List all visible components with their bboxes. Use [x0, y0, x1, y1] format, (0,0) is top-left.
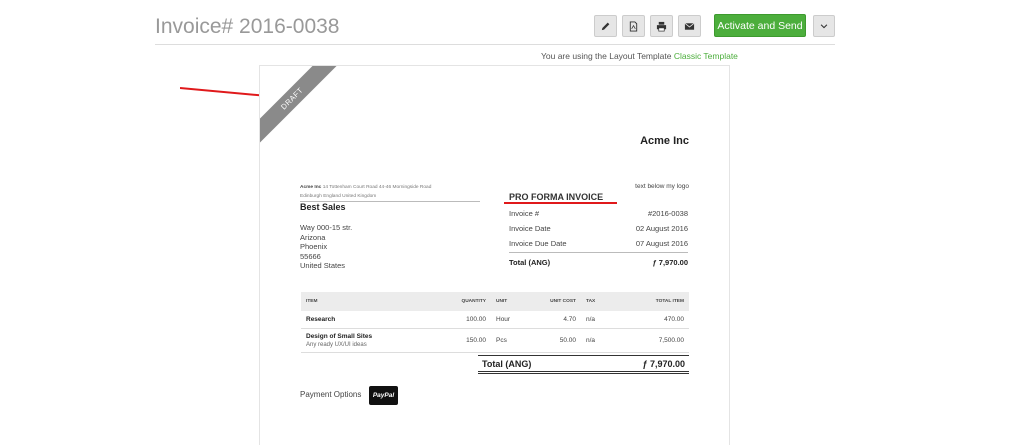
client-address: Way 000-15 str. Arizona Phoenix 55666 Un… — [300, 223, 352, 271]
column-header: QUANTITY — [431, 292, 491, 311]
meta-value: 07 August 2016 — [635, 239, 688, 248]
unit-cell: Pcs — [491, 328, 533, 353]
envelope-icon — [684, 22, 695, 30]
meta-label: Invoice # — [509, 209, 540, 218]
activate-and-send-button[interactable]: Activate and Send — [714, 14, 806, 37]
item-name: Research — [306, 315, 336, 323]
pdf-button[interactable] — [622, 15, 645, 37]
unit-cell: Hour — [491, 311, 533, 329]
grand-total-row: Total (ANG) ƒ 7,970.00 — [478, 355, 689, 374]
draft-ribbon: DRAFT — [260, 66, 340, 146]
invoice-date-row: Invoice Date 02 August 2016 — [509, 224, 688, 233]
client-city: Phoenix — [300, 242, 328, 252]
print-button[interactable] — [650, 15, 673, 37]
header-divider — [155, 44, 835, 45]
column-header: TOTAL ITEM — [615, 292, 689, 311]
client-street: Way 000-15 str. — [300, 223, 353, 232]
column-header: ITEM — [301, 292, 431, 311]
item-name: Design of Small Sites — [306, 332, 373, 340]
tax-cell: n/a — [581, 311, 615, 329]
sender-name: Acme Inc — [300, 185, 322, 190]
invoice-number-row: Invoice # #2016-0038 — [509, 209, 688, 218]
quantity-cell: 100.00 — [431, 311, 491, 329]
meta-label: Invoice Due Date — [509, 239, 567, 248]
payment-options-label: Payment Options — [300, 390, 362, 399]
unit-cost-cell: 50.00 — [533, 328, 581, 353]
client-state: Arizona — [300, 232, 326, 242]
invoice-preview: DRAFT Acme Inc Acme Inc 14 Tottenham Cou… — [259, 65, 730, 445]
table-row: Design of Small Sites Any ready UX/UI id… — [301, 328, 689, 353]
client-zip: 55666 — [300, 251, 321, 261]
meta-value: 02 August 2016 — [635, 224, 688, 233]
sender-address-line1: 14 Tottenham Court Road 44-46 Morningsid… — [322, 185, 432, 190]
invoice-due-date-row: Invoice Due Date 07 August 2016 — [509, 239, 688, 248]
logo-caption: text below my logo — [635, 183, 689, 190]
invoice-type-title: PRO FORMA INVOICE — [509, 192, 604, 202]
item-cell: Design of Small Sites Any ready UX/UI id… — [301, 328, 431, 353]
edit-button[interactable] — [594, 15, 617, 37]
table-header-row: ITEM QUANTITY UNIT UNIT COST TAX TOTAL I… — [301, 292, 689, 311]
pdf-file-icon — [629, 20, 638, 32]
more-options-button[interactable] — [813, 15, 835, 37]
draft-label: DRAFT — [260, 66, 340, 146]
meta-value: #2016-0038 — [647, 209, 688, 218]
grand-total-label: Total (ANG) — [482, 358, 532, 369]
item-description: Any ready UX/UI ideas — [306, 341, 367, 348]
summary-total-value: ƒ 7,970.00 — [652, 258, 688, 267]
printer-icon — [656, 21, 667, 31]
sender-address-line2: Edinburgh England United Kingdom — [300, 194, 377, 199]
column-header: UNIT COST — [533, 292, 581, 311]
annotation-underline — [504, 202, 617, 204]
email-button[interactable] — [678, 15, 701, 37]
summary-total-label: Total (ANG) — [509, 258, 551, 267]
sender-address: Acme Inc 14 Tottenham Court Road 44-46 M… — [300, 183, 480, 202]
table-row: Research 100.00 Hour 4.70 n/a 470.00 — [301, 311, 689, 329]
summary-total-row: Total (ANG) ƒ 7,970.00 — [509, 252, 688, 267]
total-cell: 470.00 — [615, 311, 689, 329]
paypal-logo: PayPal — [369, 386, 398, 405]
company-name: Acme Inc — [640, 135, 689, 147]
page-title: Invoice# 2016-0038 — [155, 15, 340, 38]
layout-template-note: You are using the Layout Template Classi… — [541, 51, 738, 61]
grand-total-value: ƒ 7,970.00 — [642, 358, 685, 369]
column-header: TAX — [581, 292, 615, 311]
template-link[interactable]: Classic Template — [674, 51, 738, 61]
pencil-icon — [601, 22, 610, 30]
column-header: UNIT — [491, 292, 533, 311]
layout-note-text: You are using the Layout Template — [541, 51, 672, 61]
meta-label: Invoice Date — [509, 224, 551, 233]
client-name: Best Sales — [300, 202, 346, 212]
quantity-cell: 150.00 — [431, 328, 491, 353]
total-cell: 7,500.00 — [615, 328, 689, 353]
chevron-down-icon — [820, 24, 828, 29]
line-items-table: ITEM QUANTITY UNIT UNIT COST TAX TOTAL I… — [301, 292, 689, 353]
unit-cost-cell: 4.70 — [533, 311, 581, 329]
tax-cell: n/a — [581, 328, 615, 353]
item-cell: Research — [301, 311, 431, 329]
client-country: United States — [300, 261, 346, 271]
